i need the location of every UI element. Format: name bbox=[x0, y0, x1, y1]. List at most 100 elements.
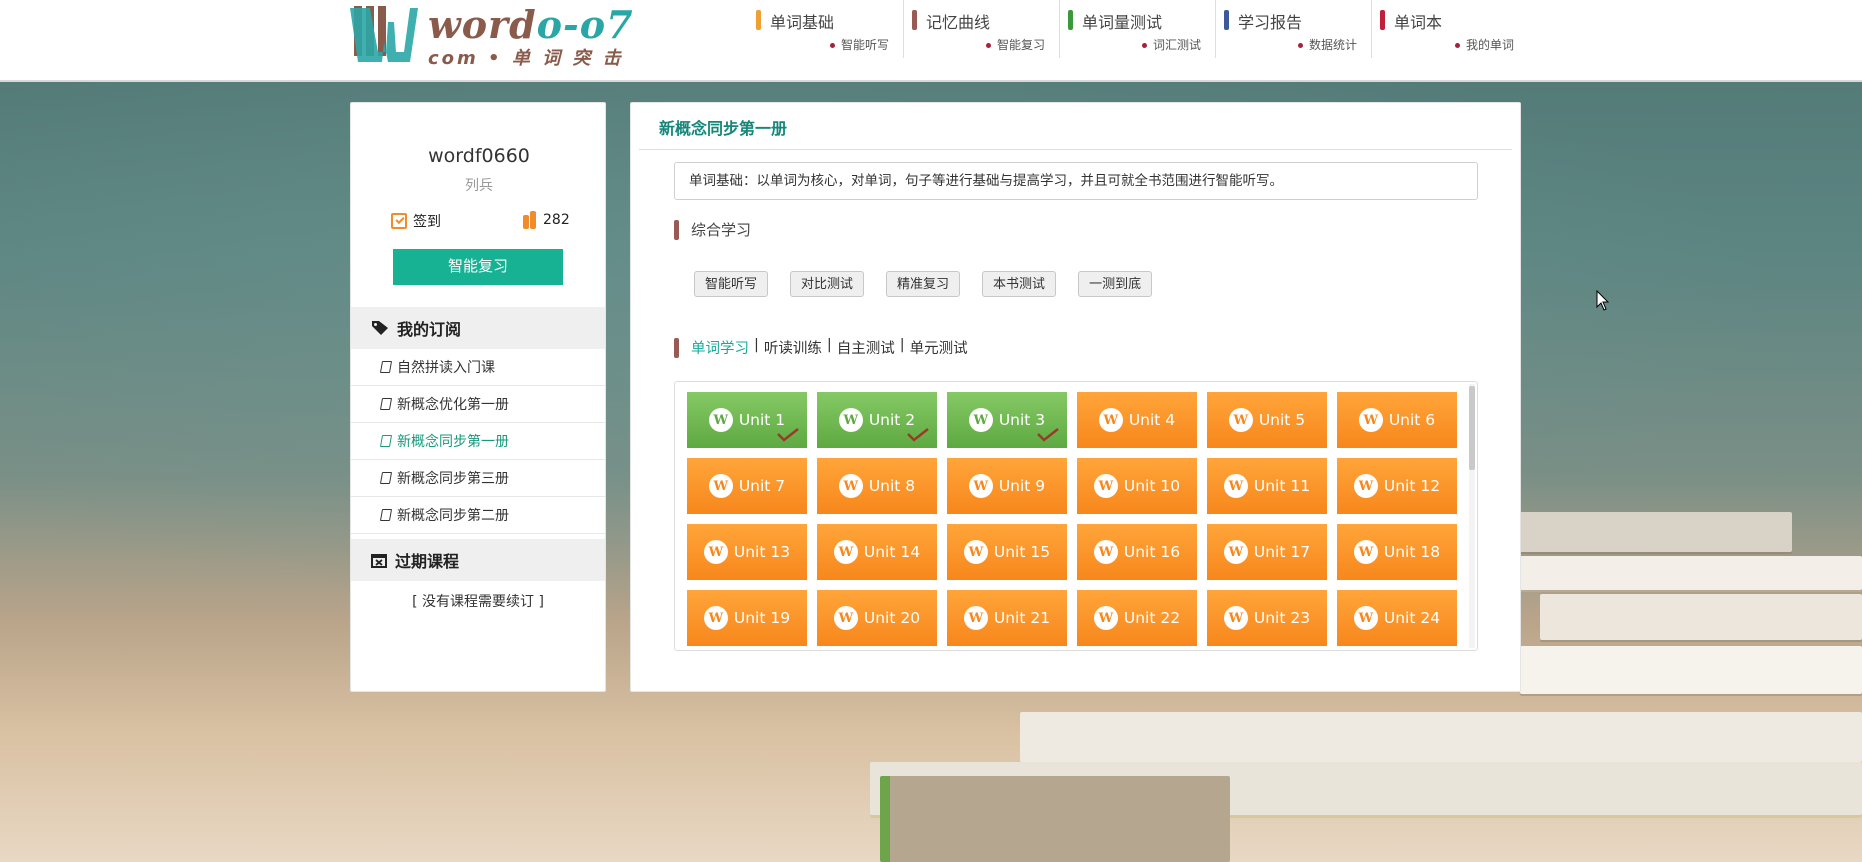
unit-label: Unit 5 bbox=[1258, 411, 1306, 429]
w-badge-icon: W bbox=[1093, 474, 1118, 498]
unit-tile[interactable]: W Unit 17 bbox=[1207, 524, 1327, 580]
unit-label: Unit 7 bbox=[738, 477, 786, 495]
tab-listening[interactable]: 听读训练 bbox=[764, 337, 822, 358]
nav-item-sublink[interactable]: 词汇测试 bbox=[1142, 36, 1201, 53]
nav-item-memory-curve[interactable]: 记忆曲线 智能复习 bbox=[904, 0, 1060, 58]
nav-item-sublink[interactable]: 我的单词 bbox=[1455, 36, 1514, 53]
unit-label: Unit 1 bbox=[738, 411, 786, 429]
full-test-button[interactable]: 一测到底 bbox=[1078, 271, 1153, 297]
checkmark-icon bbox=[907, 428, 929, 442]
course-intro: 单词基础：以单词为核心，对单词，句子等进行基础与提高学习，并且可就全书范围进行智… bbox=[674, 162, 1478, 200]
course-item[interactable]: 新概念同步第三册 bbox=[351, 460, 605, 497]
tag-icon bbox=[372, 321, 388, 335]
nav-item-sublink[interactable]: 数据统计 bbox=[1298, 36, 1357, 53]
user-rank: 列兵 bbox=[465, 178, 493, 194]
tab-separator: | bbox=[754, 337, 759, 353]
course-label: 新概念同步第一册 bbox=[397, 434, 509, 450]
nav-color-bar bbox=[1224, 10, 1229, 30]
unit-label: Unit 15 bbox=[993, 543, 1051, 561]
expired-title: 过期课程 bbox=[395, 552, 460, 571]
nav-item-sublink[interactable]: 智能听写 bbox=[830, 36, 889, 53]
unit-tile[interactable]: W Unit 11 bbox=[1207, 458, 1327, 514]
nav-color-bar bbox=[1380, 10, 1385, 30]
nav-item-word-book[interactable]: 单词本 我的单词 bbox=[1372, 0, 1528, 58]
course-label: 新概念优化第一册 bbox=[397, 397, 509, 413]
site-logo[interactable]: wordo-o7 com • 单 词 突 击 bbox=[348, 2, 648, 69]
w-badge-icon: W bbox=[708, 408, 733, 432]
w-badge-icon: W bbox=[1098, 408, 1123, 432]
unit-tile[interactable]: W Unit 8 bbox=[817, 458, 937, 514]
tab-self-test[interactable]: 自主测试 bbox=[837, 337, 895, 358]
nav-item-vocab-test[interactable]: 单词量测试 词汇测试 bbox=[1060, 0, 1216, 58]
unit-label: Unit 4 bbox=[1128, 411, 1176, 429]
points-value: 282 bbox=[543, 212, 570, 228]
course-item[interactable]: 新概念同步第二册 bbox=[351, 497, 605, 534]
unit-tile[interactable]: W Unit 18 bbox=[1337, 524, 1457, 580]
study-tabs: 单词学习 | 听读训练 | 自主测试 | 单元测试 bbox=[691, 337, 968, 358]
course-item[interactable]: 自然拼读入门课 bbox=[351, 349, 605, 386]
nav-color-bar bbox=[756, 10, 761, 30]
unit-tile[interactable]: W Unit 13 bbox=[687, 524, 807, 580]
unit-tile[interactable]: W Unit 5 bbox=[1207, 392, 1327, 448]
nav-color-bar bbox=[1068, 10, 1073, 30]
unit-tile[interactable]: W Unit 9 bbox=[947, 458, 1067, 514]
w-badge-icon: W bbox=[1353, 606, 1378, 630]
book-test-button[interactable]: 本书测试 bbox=[982, 271, 1057, 297]
username: wordf0660 bbox=[428, 145, 530, 167]
unit-tile[interactable]: W Unit 2 bbox=[817, 392, 937, 448]
signin-button[interactable]: 签到 bbox=[391, 211, 441, 231]
nav-item-sublink[interactable]: 智能复习 bbox=[986, 36, 1045, 53]
checkmark-icon bbox=[1037, 428, 1059, 442]
unit-tile[interactable]: W Unit 22 bbox=[1077, 590, 1197, 646]
precise-review-button[interactable]: 精准复习 bbox=[886, 271, 961, 297]
brand-name: wordo-o7 bbox=[428, 2, 634, 47]
unit-tile[interactable]: W Unit 21 bbox=[947, 590, 1067, 646]
nav-color-bar bbox=[912, 10, 917, 30]
unit-label: Unit 13 bbox=[733, 543, 791, 561]
unit-tile[interactable]: W Unit 23 bbox=[1207, 590, 1327, 646]
nav-item-label: 记忆曲线 bbox=[926, 13, 991, 32]
w-badge-icon: W bbox=[1358, 408, 1383, 432]
unit-tile[interactable]: W Unit 16 bbox=[1077, 524, 1197, 580]
comprehensive-label-text: 综合学习 bbox=[691, 221, 752, 239]
course-item[interactable]: 新概念优化第一册 bbox=[351, 386, 605, 423]
subscriptions-title: 我的订阅 bbox=[397, 320, 462, 339]
unit-tile[interactable]: W Unit 4 bbox=[1077, 392, 1197, 448]
unit-tile[interactable]: W Unit 3 bbox=[947, 392, 1067, 448]
unit-tile[interactable]: W Unit 19 bbox=[687, 590, 807, 646]
brand-main-text: word bbox=[428, 2, 537, 47]
tab-unit-test[interactable]: 单元测试 bbox=[910, 337, 968, 358]
unit-label: Unit 3 bbox=[998, 411, 1046, 429]
tab-word-study[interactable]: 单词学习 bbox=[691, 337, 749, 358]
unit-tile[interactable]: W Unit 14 bbox=[817, 524, 937, 580]
unit-tile[interactable]: W Unit 1 bbox=[687, 392, 807, 448]
book-icon bbox=[379, 361, 393, 373]
tab-separator: | bbox=[899, 337, 905, 353]
nav-item-word-basics[interactable]: 单词基础 智能听写 bbox=[748, 0, 904, 58]
unit-tile[interactable]: W Unit 12 bbox=[1337, 458, 1457, 514]
unit-tile[interactable]: W Unit 6 bbox=[1337, 392, 1457, 448]
comparison-test-button[interactable]: 对比测试 bbox=[790, 271, 865, 297]
w-badge-icon: W bbox=[1093, 606, 1118, 630]
course-label: 新概念同步第三册 bbox=[397, 471, 509, 487]
unit-label: Unit 10 bbox=[1123, 477, 1181, 495]
checkmark-icon bbox=[777, 428, 799, 442]
book-icon bbox=[379, 509, 393, 521]
calendar-check-icon bbox=[391, 213, 407, 229]
smart-review-button[interactable]: 智能复习 bbox=[393, 249, 563, 285]
signin-label: 签到 bbox=[413, 214, 441, 230]
smart-dictation-button[interactable]: 智能听写 bbox=[694, 271, 769, 297]
unit-tile[interactable]: W Unit 7 bbox=[687, 458, 807, 514]
unit-tile[interactable]: W Unit 24 bbox=[1337, 590, 1457, 646]
w-badge-icon: W bbox=[963, 606, 988, 630]
no-expired-courses-text: [ 没有课程需要续订 ] bbox=[412, 594, 544, 610]
title-divider bbox=[639, 149, 1512, 150]
unit-tile[interactable]: W Unit 10 bbox=[1077, 458, 1197, 514]
course-item-active[interactable]: 新概念同步第一册 bbox=[351, 423, 605, 460]
book-icon bbox=[379, 472, 393, 484]
unit-tile[interactable]: W Unit 15 bbox=[947, 524, 1067, 580]
nav-item-study-report[interactable]: 学习报告 数据统计 bbox=[1216, 0, 1372, 58]
unit-tile[interactable]: W Unit 20 bbox=[817, 590, 937, 646]
unit-label: Unit 22 bbox=[1123, 609, 1181, 627]
scrollbar-thumb[interactable] bbox=[1469, 386, 1475, 470]
